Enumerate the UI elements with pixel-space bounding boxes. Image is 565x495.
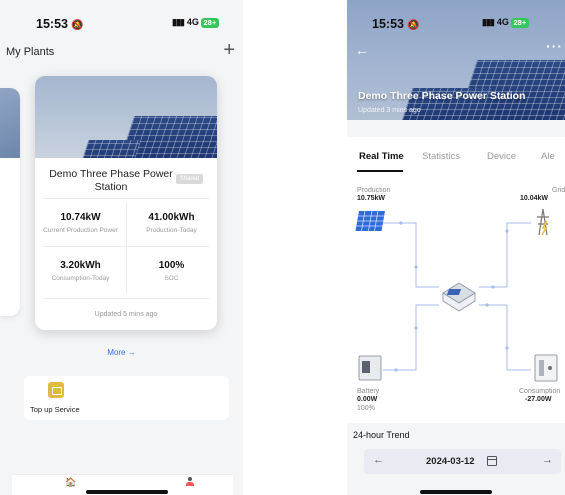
previous-plant-card[interactable] (0, 88, 20, 316)
status-bar: 15:53 🔕 ▮▮▮ 4G 28+ (347, 0, 565, 40)
plant-card[interactable]: Demo Three Phase Power Station Shared 10… (35, 76, 217, 330)
house-icon (442, 282, 476, 312)
more-options-icon[interactable]: ··· (546, 38, 563, 54)
bell-icon: 🔕 (406, 20, 420, 31)
network-label: 4G (186, 17, 199, 27)
energy-flow-graphic (355, 208, 558, 382)
top-up-service-label: Top up Service (30, 405, 80, 414)
back-arrow-icon[interactable]: ← (355, 42, 369, 58)
updated-text: Updated 5 mins ago (94, 311, 158, 318)
profile-icon[interactable] (186, 477, 194, 486)
add-plant-button[interactable]: + (223, 40, 235, 60)
tab-statistics[interactable]: Statistics (422, 151, 460, 162)
tab-device[interactable]: Device (487, 151, 516, 162)
status-time: 15:53 (372, 17, 404, 31)
battery-icon: 28+ (510, 17, 529, 28)
detail-tabs: Real Time Statistics Device Ale (347, 137, 565, 173)
page-title: My Plants (6, 46, 55, 58)
plant-hero: 15:53 🔕 ▮▮▮ 4G 28+ ← ··· Demo Three Phase P… (347, 0, 565, 120)
next-day-arrow-icon[interactable]: → (542, 454, 553, 466)
solar-panel-icon (355, 211, 385, 231)
metric-soc: 100% SOC (158, 260, 185, 282)
battery-unit-icon (358, 355, 382, 381)
battery-icon: 28+ (200, 17, 219, 28)
status-bar: 15:53 🔕 ▮▮▮ 4G 28+ (0, 0, 243, 40)
network-label: 4G (496, 17, 509, 27)
bell-icon: 🔕 (70, 20, 84, 31)
plants-screen: 15:53 🔕 ▮▮▮ 4G 28+ My Plants + Demo Three P… (0, 0, 243, 495)
more-link[interactable]: More → (0, 348, 243, 357)
wallet-icon (48, 382, 64, 398)
battery-soc: 100% (357, 405, 375, 412)
signal-icon: ▮▮▮ (172, 17, 185, 27)
grid-value: 10.04kW (520, 195, 549, 202)
tab-alerts[interactable]: Ale (541, 151, 555, 162)
calendar-icon[interactable] (487, 456, 497, 466)
solar-panel-image (81, 140, 141, 158)
plant-detail-screen: 15:53 🔕 ▮▮▮ 4G 28+ ← ··· Demo Three Phase P… (347, 0, 565, 495)
top-up-service-card[interactable]: Top up Service (24, 376, 229, 420)
tab-real-time[interactable]: Real Time (359, 151, 404, 162)
plant-photo (35, 76, 217, 158)
divider (43, 298, 209, 299)
status-time: 15:53 (36, 17, 68, 31)
energy-flow-diagram: Production 10.75kW Grid 10.04kW Battery … (347, 173, 565, 423)
battery-value: 0.00W (357, 396, 378, 403)
grid-tower-icon (537, 208, 549, 236)
previous-day-arrow-icon[interactable]: ← (373, 454, 384, 466)
date-selector: ← 2024-03-12 → (364, 449, 561, 474)
metric-current-production: 10.74kW Current Production Power (43, 212, 118, 234)
metric-consumption-today: 3.20kWh Consumption-Today (51, 260, 110, 282)
production-value: 10.75kW (357, 195, 386, 202)
grid-label: Grid (552, 187, 565, 194)
home-indicator (420, 490, 492, 494)
plant-name: Demo Three Phase Power Station (49, 168, 173, 193)
consumption-value: -27.00W (525, 396, 552, 403)
signal-icon: ▮▮▮ (482, 17, 495, 27)
active-tab-underline (357, 170, 403, 172)
metric-production-today: 41.00kWh Production-Today (146, 212, 197, 234)
home-indicator (86, 490, 168, 494)
meter-icon (534, 354, 558, 382)
trend-title: 24-hour Trend (353, 430, 410, 440)
plants-header: My Plants + (6, 40, 235, 64)
plant-name: Demo Three Phase Power Station (358, 90, 526, 102)
home-icon[interactable]: 🏠 (65, 477, 76, 488)
plant-photo (0, 88, 20, 158)
divider (43, 198, 209, 199)
updated-text: Updated 3 mins ago (358, 107, 421, 114)
selected-date[interactable]: 2024-03-12 (426, 456, 475, 467)
divider (43, 246, 209, 247)
shared-badge: Shared (175, 174, 203, 184)
